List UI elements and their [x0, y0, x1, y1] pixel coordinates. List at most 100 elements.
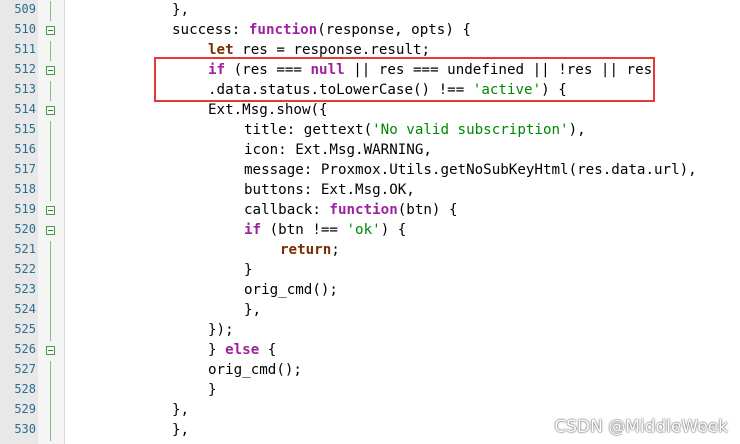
code-token: }, [172, 402, 190, 418]
code-text: callback: function(btn) { [64, 202, 458, 218]
code-line: 523 orig_cmd(); [0, 281, 740, 301]
code-token: message: Proxmox.Utils.getNoSubKeyHtml(r… [244, 162, 697, 178]
keyword-token: if [244, 222, 262, 238]
line-number: 523 [14, 282, 36, 296]
code-text: }, [64, 422, 189, 438]
code-text: orig_cmd(); [64, 282, 338, 298]
code-text: message: Proxmox.Utils.getNoSubKeyHtml(r… [64, 162, 697, 178]
keyword-token: let [208, 42, 234, 58]
code-text: }, [64, 402, 189, 418]
code-token: }, [172, 2, 190, 18]
code-line: 520 if (btn !== 'ok') { [0, 221, 740, 241]
code-token: ) { [380, 222, 407, 238]
code-token: res = response.result; [233, 42, 431, 58]
line-number: 527 [14, 362, 36, 376]
code-token: (response, opts) { [317, 22, 471, 38]
code-line: 525}); [0, 321, 740, 341]
line-number: 516 [14, 142, 36, 156]
fold-guide-line [50, 121, 51, 141]
fold-toggle-icon[interactable] [46, 226, 55, 235]
code-text: buttons: Ext.Msg.OK, [64, 182, 415, 198]
fold-guide-line [50, 141, 51, 161]
code-line: 524}, [0, 301, 740, 321]
line-number: 525 [14, 322, 36, 336]
fold-guide-line [50, 261, 51, 281]
code-text: } else { [64, 342, 276, 358]
code-token: orig_cmd(); [244, 282, 338, 298]
fold-toggle-icon[interactable] [46, 346, 55, 355]
line-number: 518 [14, 182, 36, 196]
code-token: orig_cmd(); [208, 362, 302, 378]
code-token: }, [244, 302, 262, 318]
code-text: orig_cmd(); [64, 362, 302, 378]
fold-toggle-icon[interactable] [46, 106, 55, 115]
code-token: } [244, 262, 253, 278]
fold-guide-line [50, 81, 51, 101]
code-token: } [208, 342, 226, 358]
code-line: 522} [0, 261, 740, 281]
code-token: title: gettext( [244, 122, 373, 138]
code-line: 515 title: gettext('No valid subscription… [0, 121, 740, 141]
code-token: (btn) { [397, 202, 458, 218]
fold-guide-line [50, 381, 51, 401]
fold-guide-line [50, 401, 51, 421]
code-token: success: [172, 22, 249, 38]
code-text: }, [64, 2, 189, 18]
line-number: 512 [14, 62, 36, 76]
code-line: 519 callback: function(btn) { [0, 201, 740, 221]
code-line: 521 return; [0, 241, 740, 261]
fold-guide-line [50, 181, 51, 201]
fold-toggle-icon[interactable] [46, 26, 55, 35]
line-number: 526 [14, 342, 36, 356]
code-line: 510 success: function(response, opts) { [0, 21, 740, 41]
code-token: }); [208, 322, 234, 338]
string-token: 'No valid subscription' [372, 122, 569, 138]
line-number: 528 [14, 382, 36, 396]
code-text: icon: Ext.Msg.WARNING, [64, 142, 432, 158]
code-text: title: gettext('No valid subscription'), [64, 122, 586, 138]
line-number: 530 [14, 422, 36, 436]
line-number: 517 [14, 162, 36, 176]
code-token: }, [172, 422, 190, 438]
highlight-box [154, 57, 655, 102]
fold-guide-line [50, 361, 51, 381]
line-number: 510 [14, 22, 36, 36]
line-number: 511 [14, 42, 36, 56]
watermark: CSDN @MiddleWeek [554, 417, 728, 437]
code-line: 509}, [0, 1, 740, 21]
code-text: let res = response.result; [64, 42, 430, 58]
fold-toggle-icon[interactable] [46, 206, 55, 215]
code-text: } [64, 382, 217, 398]
line-number: 524 [14, 302, 36, 316]
line-number: 521 [14, 242, 36, 256]
code-token: ), [568, 122, 586, 138]
fold-toggle-icon[interactable] [46, 66, 55, 75]
code-token: ; [331, 242, 340, 258]
keyword-token: function [329, 202, 398, 218]
code-text: if (btn !== 'ok') { [64, 222, 406, 238]
fold-guide-line [50, 1, 51, 21]
code-token: icon: Ext.Msg.WARNING, [244, 142, 432, 158]
line-number: 509 [14, 2, 36, 16]
code-token: (btn !== [261, 222, 347, 238]
code-line: 514 Ext.Msg.show({ [0, 101, 740, 121]
line-number: 519 [14, 202, 36, 216]
code-token: callback: [244, 202, 330, 218]
fold-guide-line [50, 241, 51, 261]
code-text: }); [64, 322, 234, 338]
fold-guide-line [50, 281, 51, 301]
code-text: }, [64, 302, 261, 318]
code-line: 517 message: Proxmox.Utils.getNoSubKeyHtm… [0, 161, 740, 181]
line-number: 514 [14, 102, 36, 116]
keyword-token: else [225, 342, 260, 358]
line-number: 520 [14, 222, 36, 236]
code-text: Ext.Msg.show({ [64, 102, 328, 118]
fold-guide-line [50, 161, 51, 181]
code-line: 528} [0, 381, 740, 401]
line-number: 529 [14, 402, 36, 416]
code-token: } [208, 382, 217, 398]
line-number: 515 [14, 122, 36, 136]
keyword-token: return [280, 242, 332, 258]
fold-guide-line [50, 321, 51, 341]
code-text: success: function(response, opts) { [64, 22, 471, 38]
